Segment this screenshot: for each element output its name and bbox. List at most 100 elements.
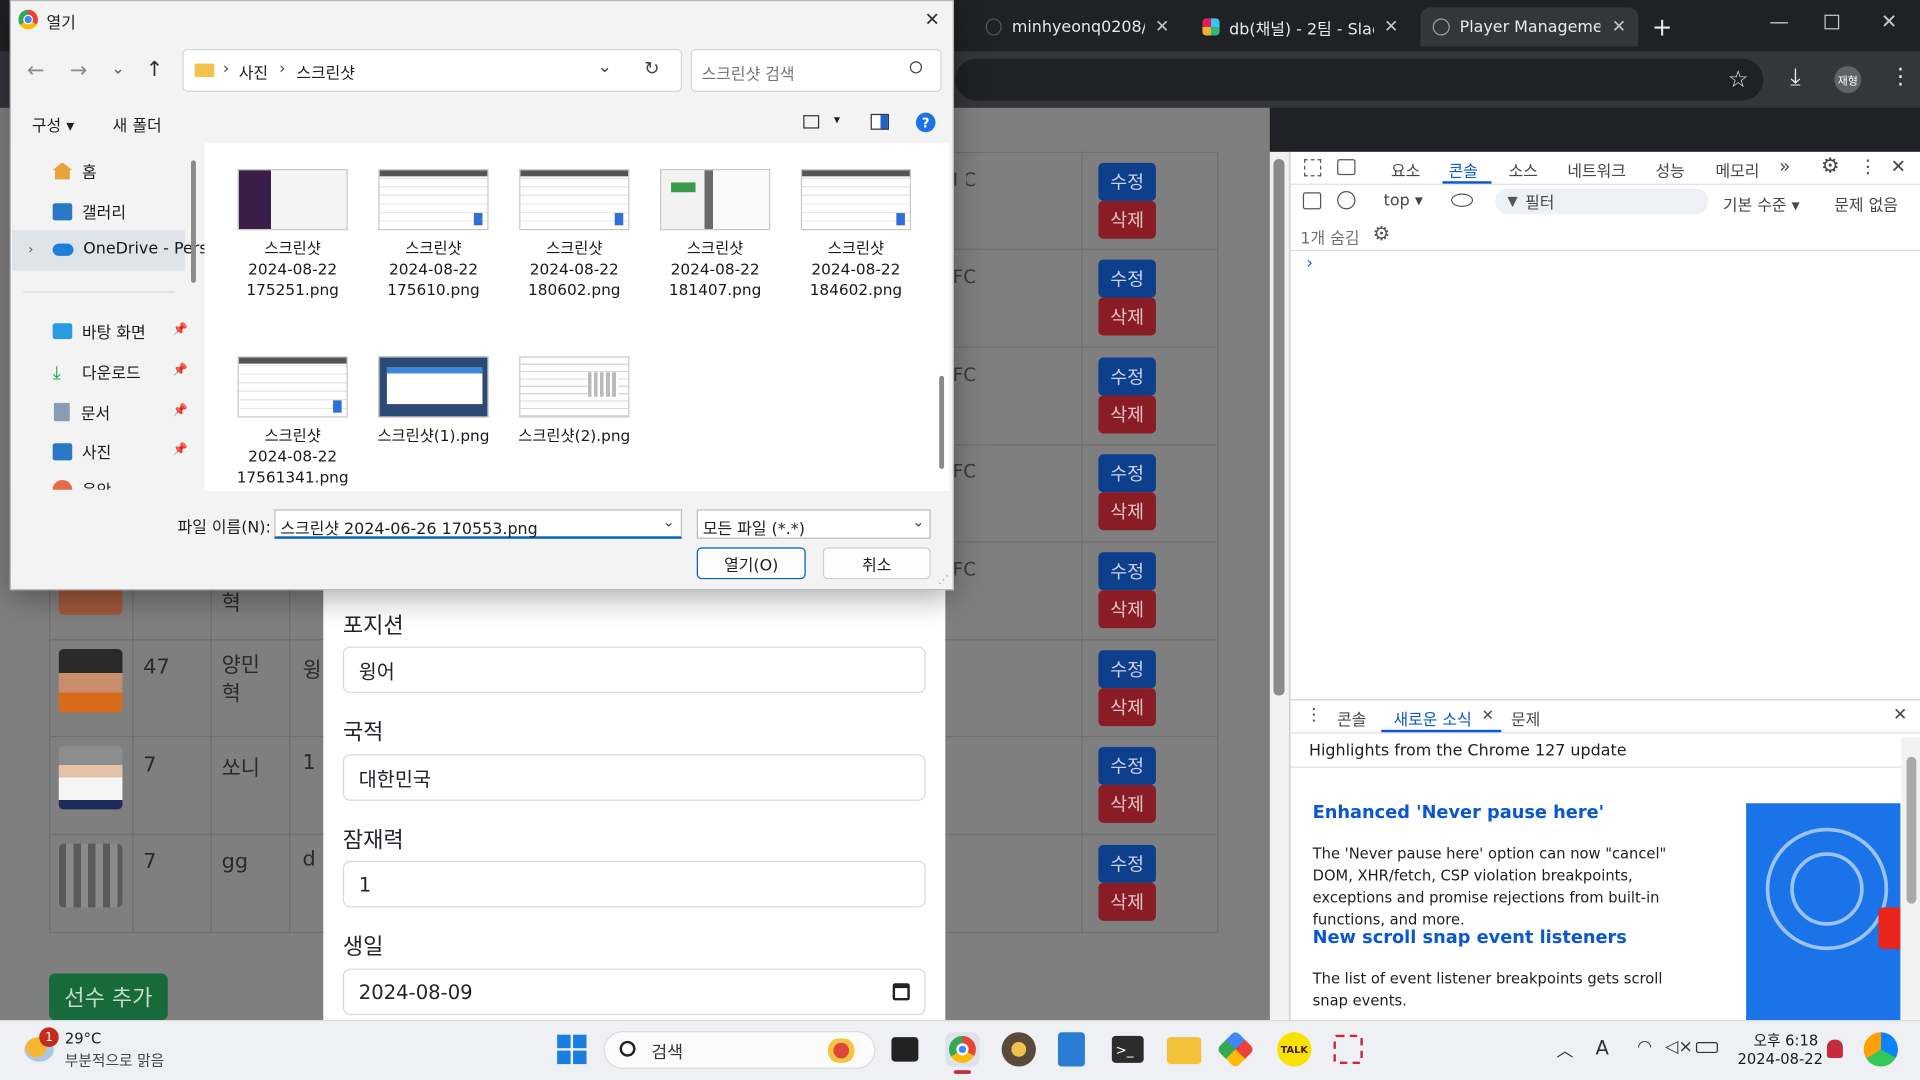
drawer-tab-whats-new[interactable]: 새로운 소식	[1393, 707, 1471, 729]
drawer-menu-icon[interactable]: ⋮	[1305, 705, 1322, 725]
devtools-tab-memory[interactable]: 메모리	[1716, 158, 1760, 181]
devtools-menu-icon[interactable]: ⋮	[1859, 156, 1877, 178]
browser-tab[interactable]: minhyeonq0208/Sp ✕	[973, 7, 1181, 46]
file-item[interactable]: 스크린샷 2024-08-22 184602.png	[789, 168, 924, 300]
close-drawer-icon[interactable]: ✕	[1893, 705, 1907, 725]
close-devtools-icon[interactable]: ✕	[1891, 156, 1906, 178]
clock-time[interactable]: 오후 6:18	[1753, 1030, 1818, 1051]
nav-item-documents[interactable]: 문서	[53, 400, 110, 424]
task-view-icon[interactable]	[891, 1037, 919, 1062]
nav-item-pictures[interactable]: 사진	[52, 440, 111, 463]
drawer-scrollbar[interactable]	[1901, 737, 1920, 1021]
edit-button[interactable]: 수정	[1098, 259, 1156, 298]
clear-console-icon[interactable]	[1337, 191, 1356, 210]
delete-button[interactable]: 삭제	[1098, 395, 1156, 434]
bookmark-star-icon[interactable]: ☆	[1728, 66, 1749, 93]
console-settings-icon[interactable]: ⚙	[1373, 222, 1391, 245]
close-tab-icon[interactable]: ✕	[1155, 17, 1169, 37]
edit-button[interactable]: 수정	[1098, 650, 1156, 689]
address-bar[interactable]	[955, 58, 1764, 101]
edit-button[interactable]: 수정	[1098, 844, 1156, 883]
restore-icon[interactable]	[1824, 14, 1840, 30]
file-item[interactable]: 스크린샷(1).png	[366, 356, 501, 445]
nav-item-onedrive[interactable]: OneDrive - Pers	[52, 240, 208, 258]
edit-button[interactable]: 수정	[1098, 357, 1156, 396]
chevron-down-icon[interactable]: ⌄	[598, 58, 612, 78]
close-drawer-tab-icon[interactable]: ✕	[1482, 707, 1494, 724]
open-button[interactable]: 열기(O)	[696, 547, 806, 580]
inspect-icon[interactable]	[1304, 159, 1322, 177]
article-title[interactable]: Enhanced 'Never pause here'	[1313, 803, 1604, 823]
nav-item-home[interactable]: 홈	[52, 159, 97, 182]
up-arrow-icon[interactable]: ↑	[146, 58, 163, 82]
file-item[interactable]: 스크린샷 2024-08-22 175610.png	[366, 168, 501, 300]
birthday-input[interactable]: 2024-08-09	[342, 968, 926, 1016]
terminal-icon[interactable]: >_	[1111, 1035, 1144, 1063]
refresh-icon[interactable]: ↻	[644, 58, 659, 80]
log-levels-dropdown[interactable]: 기본 수준 ▾	[1723, 192, 1800, 215]
new-folder-button[interactable]: 새 폴더	[113, 113, 162, 136]
organize-menu[interactable]: 구성 ▾	[32, 113, 74, 136]
resize-grip-icon[interactable]: ⋰	[938, 574, 949, 586]
notification-bell-icon[interactable]	[1826, 1039, 1843, 1058]
delete-button[interactable]: 삭제	[1098, 200, 1156, 239]
input-method-icon[interactable]: A	[1596, 1036, 1609, 1059]
browser-tab[interactable]: db(채널) - 2팀 - Slac ✕	[1190, 7, 1410, 46]
weather-widget[interactable]: 1	[24, 1027, 59, 1062]
download-icon[interactable]: ⤓	[1790, 64, 1800, 91]
issues-counter[interactable]: 문제 없음	[1834, 192, 1898, 215]
delete-button[interactable]: 삭제	[1098, 784, 1156, 823]
app-icon[interactable]	[1001, 1032, 1036, 1067]
nationality-input[interactable]: 대한민국	[342, 754, 926, 801]
address-breadcrumb-bar[interactable]: › 사진 › 스크린샷 ⌄ ↻	[182, 48, 683, 92]
nav-item-desktop[interactable]: 바탕 화면	[52, 320, 146, 343]
edit-button[interactable]: 수정	[1098, 552, 1156, 591]
devtools-tab-sources[interactable]: 소스	[1509, 158, 1538, 181]
recent-locations-icon[interactable]: ⌄	[111, 60, 124, 78]
cancel-button[interactable]: 취소	[822, 547, 931, 580]
profile-avatar[interactable]: 재형	[1834, 66, 1862, 94]
battery-icon[interactable]	[1695, 1042, 1718, 1054]
menu-dots-icon[interactable]: ⋮	[1889, 64, 1911, 90]
kakaotalk-icon[interactable]: TALK	[1277, 1032, 1312, 1067]
console-prompt[interactable]: ›	[1307, 255, 1313, 273]
file-item[interactable]: 스크린샷 2024-08-22 175251.png	[225, 168, 360, 300]
minimize-icon[interactable]: —	[1769, 10, 1789, 33]
context-selector[interactable]: top ▾	[1384, 192, 1423, 210]
wifi-icon[interactable]: ◠	[1637, 1037, 1652, 1057]
expand-chevron-icon[interactable]: ›	[28, 241, 33, 257]
file-item[interactable]: 스크린샷 2024-08-22 17561341.png	[225, 356, 360, 487]
close-tab-icon[interactable]: ✕	[1384, 17, 1398, 37]
nav-item-downloads[interactable]: ⤓ 다운로드	[53, 360, 141, 384]
delete-button[interactable]: 삭제	[1098, 590, 1156, 629]
chevron-down-icon[interactable]: ⌄	[662, 513, 674, 530]
breadcrumb-segment[interactable]: 사진	[239, 60, 268, 83]
devtools-tab-console[interactable]: 콘솔	[1449, 158, 1478, 181]
close-window-icon[interactable]: ✕	[1881, 10, 1897, 33]
article-title[interactable]: New scroll snap event listeners	[1313, 928, 1627, 948]
filetype-select[interactable]: 모든 파일 (*.*) ⌄	[696, 509, 931, 539]
view-mode-icon[interactable]	[803, 115, 820, 129]
back-arrow-icon[interactable]: ←	[27, 59, 44, 83]
delete-button[interactable]: 삭제	[1098, 297, 1156, 336]
chrome-taskbar-icon[interactable]	[945, 1032, 980, 1067]
filename-input[interactable]: 스크린샷 2024-06-26 170553.png ⌄	[274, 509, 683, 539]
chevron-down-icon[interactable]: ▾	[834, 114, 840, 127]
devtools-tab-elements[interactable]: 요소	[1391, 158, 1420, 181]
chevron-down-icon[interactable]: ⌄	[912, 513, 924, 530]
devtools-tab-network[interactable]: 네트워크	[1567, 158, 1626, 181]
windows-start-icon[interactable]	[557, 1034, 587, 1065]
position-input[interactable]: 윙어	[342, 646, 926, 694]
new-tab-button[interactable]: +	[1652, 12, 1673, 41]
file-explorer-icon[interactable]	[1166, 1037, 1202, 1065]
edit-button[interactable]: 수정	[1098, 454, 1156, 493]
close-tab-icon[interactable]: ✕	[1612, 17, 1626, 37]
settings-gear-icon[interactable]: ⚙	[1821, 154, 1840, 178]
delete-button[interactable]: 삭제	[1098, 492, 1156, 531]
nav-item-music[interactable]: 음악	[52, 478, 188, 490]
breadcrumb-segment[interactable]: 스크린샷	[296, 60, 355, 83]
devtools-tab-performance[interactable]: 성능	[1656, 158, 1685, 181]
page-scrollbar[interactable]	[1269, 151, 1290, 1021]
potential-input[interactable]: 1	[342, 860, 926, 908]
forward-arrow-icon[interactable]: →	[70, 59, 87, 83]
